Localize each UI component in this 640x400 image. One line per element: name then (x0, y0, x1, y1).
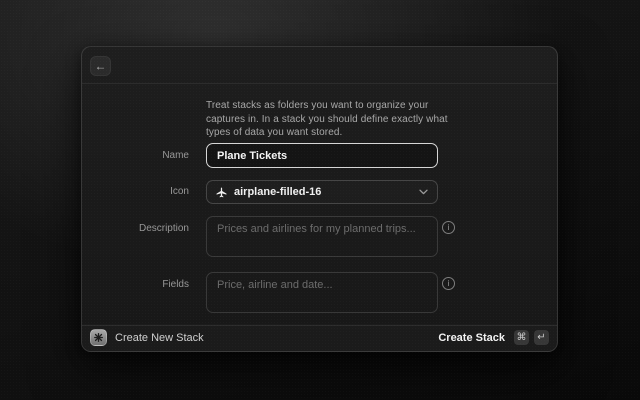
create-stack-label: Create Stack (438, 332, 505, 344)
fields-field-row: Fields i (82, 272, 557, 313)
dialog-header: ← (82, 47, 557, 83)
arrow-left-icon: ← (95, 57, 107, 75)
icon-label: Icon (82, 180, 189, 204)
description-label: Description (82, 223, 189, 234)
name-field-row: Name (82, 143, 557, 168)
info-icon: i (442, 221, 455, 234)
command-title: Create New Stack (115, 332, 204, 344)
intro-text: Treat stacks as folders you want to orga… (206, 99, 468, 140)
desktop-background: ← Treat stacks as folders you want to or… (0, 0, 640, 400)
create-new-stack-dialog: ← Treat stacks as folders you want to or… (81, 46, 558, 352)
command-key-icon: ⌘ (514, 330, 529, 345)
description-textarea[interactable] (206, 216, 438, 257)
action-bar: Create New Stack Create Stack ⌘ ↵ (82, 324, 557, 351)
name-input[interactable] (206, 143, 438, 168)
action-bar-left: Create New Stack (90, 329, 204, 346)
name-label: Name (82, 143, 189, 168)
icon-select[interactable]: airplane-filled-16 (206, 180, 438, 204)
description-field-row: Description i (82, 216, 557, 257)
info-icon: i (442, 277, 455, 290)
header-divider (82, 83, 557, 84)
back-button[interactable]: ← (90, 56, 111, 76)
airplane-icon (216, 187, 227, 198)
fields-label: Fields (82, 279, 189, 290)
return-key-icon: ↵ (534, 330, 549, 345)
app-logo-icon (90, 329, 107, 346)
fields-textarea[interactable] (206, 272, 438, 313)
icon-field-row: Icon airplane-filled-16 (82, 180, 557, 204)
icon-select-value: airplane-filled-16 (234, 186, 412, 198)
create-stack-button[interactable]: Create Stack ⌘ ↵ (438, 330, 549, 345)
chevron-down-icon (419, 189, 428, 195)
